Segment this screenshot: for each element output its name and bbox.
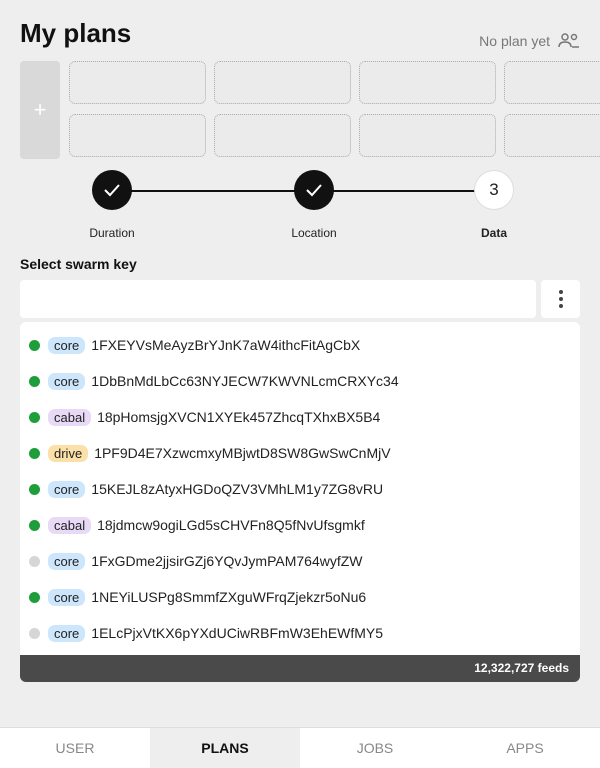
tab-user[interactable]: USER [0,728,150,768]
key-type-badge: core [48,480,86,498]
swarm-key-row[interactable]: core 1DbBnMdLbCc63NYJECW7KWVNLcmCRXYc34 [20,363,580,399]
status-dot-icon [29,447,40,459]
key-type-badge: core [48,372,86,390]
swarm-key-row[interactable]: core 1FxGDme2jjsirGZj6YQvJymPAM764wyfZW [20,543,580,579]
feeds-count: 12,322,727 feeds [20,655,580,682]
swarm-key-value: 18pHomsjgXVCN1XYEk457ZhcqTXhxBX5B4 [97,409,381,425]
checkmark-icon [92,170,132,210]
key-type-badge: core [48,588,86,606]
empty-plan-slot [359,61,496,104]
plan-slots: + [20,61,600,159]
status-dot-icon [29,555,40,567]
tab-apps[interactable]: APPS [450,728,600,768]
step-label: Location [291,226,337,240]
swarm-key-value: 1ELcPjxVtKX6pYXdUCiwRBFmW3EhEWfMY5 [91,625,384,641]
no-user-icon [558,33,579,48]
status-dot-icon [29,375,40,387]
status-dot-icon [29,591,40,603]
swarm-key-value: 15KEJL8zAtyxHGDoQZV3VMhLM1y7ZG8vRU [91,481,384,497]
swarm-key-row[interactable]: drive 1PF9D4E7XzwcmxyMBjwtD8SW8GwSwCnMjV [20,435,580,471]
key-type-badge: core [48,624,86,642]
status-dot-icon [29,339,40,351]
step-number: 3 [474,170,514,210]
swarm-key-value: 1NEYiLUSPg8SmmfZXguWFrqZjekzr5oNu6 [91,589,367,605]
kebab-dot-icon [558,290,563,294]
status-dot-icon [29,411,40,423]
empty-plan-slot [69,61,206,104]
swarm-key-value: 18jdmcw9ogiLGd5sCHVFn8Q5fNvUfsgmkf [97,517,365,533]
empty-plan-slot [214,61,351,104]
empty-plan-slot [69,114,206,157]
step-label: Data [480,226,507,240]
checkmark-icon [294,170,334,210]
key-type-badge: core [48,552,86,570]
empty-plan-slot [359,114,496,157]
tab-jobs[interactable]: JOBS [300,728,450,768]
swarm-key-value: 1FXEYVsMeAyzBrYJnK7aW4ithcFitAgCbX [91,337,361,353]
empty-plan-slot [504,114,600,157]
swarm-key-list: core 1FXEYVsMeAyzBrYJnK7aW4ithcFitAgCbX co… [20,322,580,682]
key-type-badge: core [48,336,86,354]
swarm-key-row[interactable]: core 1ELcPjxVtKX6pYXdUCiwRBFmW3EhEWfMY5 [20,615,580,651]
key-type-badge: cabal [48,516,92,534]
swarm-key-row[interactable]: cabal 18pHomsjgXVCN1XYEk457ZhcqTXhxBX5B4 [20,399,580,435]
key-type-badge: drive [48,444,89,462]
bottom-tab-bar: USER PLANS JOBS APPS [0,727,600,768]
swarm-key-row[interactable]: core 15KEJL8zAtyxHGDoQZV3VMhLM1y7ZG8vRU [20,471,580,507]
status-dot-icon [29,627,40,639]
swarm-key-label: Select swarm key [20,256,137,272]
step-duration[interactable]: Duration [67,170,157,240]
swarm-key-input[interactable] [20,280,536,318]
page-title: My plans [20,18,132,48]
key-type-badge: cabal [48,408,92,426]
tab-plans[interactable]: PLANS [150,728,300,768]
swarm-key-row[interactable]: core 1NEYiLUSPg8SmmfZXguWFrqZjekzr5oNu6 [20,579,580,615]
swarm-key-value: 1DbBnMdLbCc63NYJECW7KWVNLcmCRXYc34 [91,373,399,389]
add-plan-button[interactable]: + [20,61,60,159]
stepper: Duration Location 3 Data [0,170,600,240]
kebab-dot-icon [558,297,563,301]
status-dot-icon [29,483,40,495]
header: My plans No plan yet [20,18,580,50]
kebab-dot-icon [558,304,563,308]
step-data[interactable]: 3 Data [449,170,539,240]
step-location[interactable]: Location [269,170,359,240]
swarm-key-row[interactable]: cabal 18jdmcw9ogiLGd5sCHVFn8Q5fNvUfsgmkf [20,507,580,543]
status-dot-icon [29,519,40,531]
step-label: Duration [89,226,135,240]
empty-plan-slot [214,114,351,157]
plan-status: No plan yet [479,32,580,50]
more-options-button[interactable] [541,280,580,318]
swarm-key-value: 1FxGDme2jjsirGZj6YQvJymPAM764wyfZW [91,553,363,569]
swarm-key-row[interactable]: core 1FXEYVsMeAyzBrYJnK7aW4ithcFitAgCbX [20,327,580,363]
plan-status-label: No plan yet [479,33,550,49]
swarm-key-value: 1PF9D4E7XzwcmxyMBjwtD8SW8GwSwCnMjV [94,445,391,461]
empty-plan-slot [504,61,600,104]
